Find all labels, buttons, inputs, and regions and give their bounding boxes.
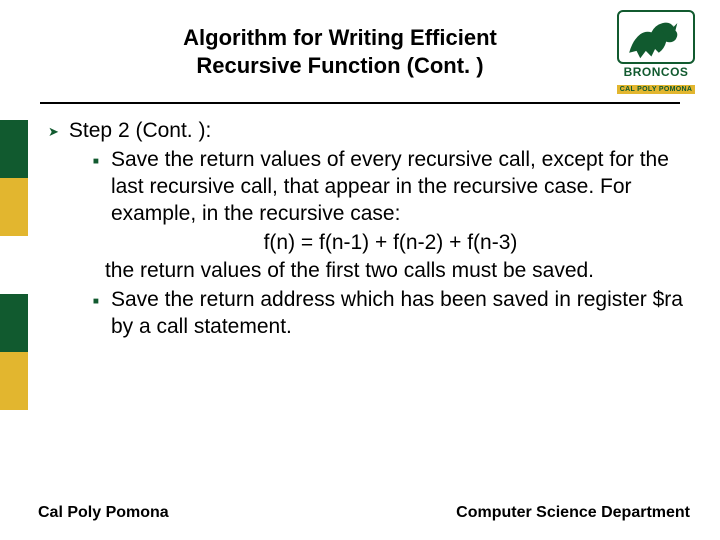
step-heading: Step 2 (Cont. ):: [69, 118, 690, 145]
logo-name: BRONCOS: [610, 66, 702, 78]
title-line-2: Recursive Function (Cont. ): [196, 53, 483, 78]
slide-body: ➤ Step 2 (Cont. ): ■ Save the return val…: [48, 118, 690, 341]
decorative-sidebar: [0, 120, 28, 410]
logo-subname: CAL POLY POMONA: [617, 85, 695, 94]
horse-icon: [617, 10, 695, 64]
slide-footer: Cal Poly Pomona Computer Science Departm…: [38, 504, 690, 522]
broncos-logo: BRONCOS CAL POLY POMONA: [610, 10, 702, 96]
bullet-icon: ■: [93, 147, 99, 285]
formula-text: f(n) = f(n-1) + f(n-2) + f(n-3): [91, 230, 690, 257]
title-line-1: Algorithm for Writing Efficient: [183, 25, 497, 50]
header-divider: [40, 102, 680, 104]
bullet-2: Save the return address which has been s…: [111, 287, 690, 341]
footer-left: Cal Poly Pomona: [38, 504, 169, 522]
chevron-icon: ➤: [48, 118, 59, 341]
bullet-1b: the return values of the first two calls…: [105, 258, 690, 285]
footer-right: Computer Science Department: [456, 504, 690, 522]
bullet-icon: ■: [93, 287, 99, 341]
bullet-1a: Save the return values of every recursiv…: [111, 148, 669, 225]
slide-header: Algorithm for Writing Efficient Recursiv…: [80, 24, 600, 79]
slide-title: Algorithm for Writing Efficient Recursiv…: [80, 24, 600, 79]
